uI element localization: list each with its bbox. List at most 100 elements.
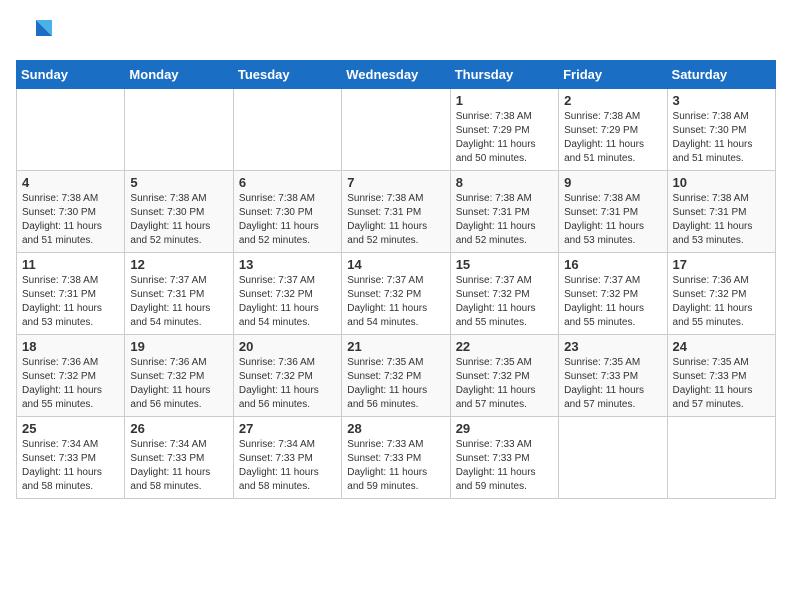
day-info: Sunrise: 7:38 AM Sunset: 7:30 PM Dayligh… <box>673 110 770 166</box>
day-number: 28 <box>347 421 444 436</box>
weekday-header-wednesday: Wednesday <box>342 61 450 89</box>
day-info: Sunrise: 7:35 AM Sunset: 7:32 PM Dayligh… <box>456 356 553 412</box>
day-info: Sunrise: 7:34 AM Sunset: 7:33 PM Dayligh… <box>239 438 336 494</box>
calendar-cell: 3 Sunrise: 7:38 AM Sunset: 7:30 PM Daylig… <box>667 89 775 171</box>
day-number: 9 <box>564 175 661 190</box>
day-info: Sunrise: 7:34 AM Sunset: 7:33 PM Dayligh… <box>130 438 227 494</box>
day-number: 21 <box>347 339 444 354</box>
day-info: Sunrise: 7:37 AM Sunset: 7:32 PM Dayligh… <box>239 274 336 330</box>
day-number: 6 <box>239 175 336 190</box>
weekday-header-sunday: Sunday <box>17 61 125 89</box>
calendar-header-row: SundayMondayTuesdayWednesdayThursdayFrid… <box>17 61 776 89</box>
day-info: Sunrise: 7:35 AM Sunset: 7:33 PM Dayligh… <box>673 356 770 412</box>
day-number: 10 <box>673 175 770 190</box>
calendar-cell: 8 Sunrise: 7:38 AM Sunset: 7:31 PM Daylig… <box>450 171 558 253</box>
calendar-cell <box>559 417 667 499</box>
day-number: 16 <box>564 257 661 272</box>
day-number: 13 <box>239 257 336 272</box>
day-number: 26 <box>130 421 227 436</box>
calendar-cell: 23 Sunrise: 7:35 AM Sunset: 7:33 PM Dayli… <box>559 335 667 417</box>
page-header <box>16 16 776 52</box>
calendar-cell: 12 Sunrise: 7:37 AM Sunset: 7:31 PM Dayli… <box>125 253 233 335</box>
week-row-1: 1 Sunrise: 7:38 AM Sunset: 7:29 PM Daylig… <box>17 89 776 171</box>
calendar-cell: 9Sunrise: 7:38 AM Sunset: 7:31 PM Daylig… <box>559 171 667 253</box>
calendar-cell: 4 Sunrise: 7:38 AM Sunset: 7:30 PM Daylig… <box>17 171 125 253</box>
day-number: 23 <box>564 339 661 354</box>
calendar-cell: 20Sunrise: 7:36 AM Sunset: 7:32 PM Dayli… <box>233 335 341 417</box>
day-info: Sunrise: 7:35 AM Sunset: 7:32 PM Dayligh… <box>347 356 444 412</box>
day-info: Sunrise: 7:37 AM Sunset: 7:32 PM Dayligh… <box>347 274 444 330</box>
calendar-cell: 6 Sunrise: 7:38 AM Sunset: 7:30 PM Daylig… <box>233 171 341 253</box>
calendar-cell: 21 Sunrise: 7:35 AM Sunset: 7:32 PM Dayli… <box>342 335 450 417</box>
calendar-cell: 10 Sunrise: 7:38 AM Sunset: 7:31 PM Dayli… <box>667 171 775 253</box>
day-number: 8 <box>456 175 553 190</box>
weekday-header-thursday: Thursday <box>450 61 558 89</box>
day-number: 7 <box>347 175 444 190</box>
day-info: Sunrise: 7:38 AM Sunset: 7:31 PM Dayligh… <box>22 274 119 330</box>
calendar-cell: 15 Sunrise: 7:37 AM Sunset: 7:32 PM Dayli… <box>450 253 558 335</box>
day-number: 15 <box>456 257 553 272</box>
calendar-cell: 18 Sunrise: 7:36 AM Sunset: 7:32 PM Dayli… <box>17 335 125 417</box>
day-number: 5 <box>130 175 227 190</box>
day-info: Sunrise: 7:38 AM Sunset: 7:31 PM Dayligh… <box>347 192 444 248</box>
week-row-2: 4 Sunrise: 7:38 AM Sunset: 7:30 PM Daylig… <box>17 171 776 253</box>
calendar-cell: 29Sunrise: 7:33 AM Sunset: 7:33 PM Dayli… <box>450 417 558 499</box>
logo <box>16 16 56 52</box>
calendar-cell: 27 Sunrise: 7:34 AM Sunset: 7:33 PM Dayli… <box>233 417 341 499</box>
day-number: 3 <box>673 93 770 108</box>
calendar-cell <box>342 89 450 171</box>
weekday-header-saturday: Saturday <box>667 61 775 89</box>
day-info: Sunrise: 7:33 AM Sunset: 7:33 PM Dayligh… <box>456 438 553 494</box>
day-number: 14 <box>347 257 444 272</box>
day-info: Sunrise: 7:36 AM Sunset: 7:32 PM Dayligh… <box>239 356 336 412</box>
week-row-3: 11 Sunrise: 7:38 AM Sunset: 7:31 PM Dayli… <box>17 253 776 335</box>
calendar-table: SundayMondayTuesdayWednesdayThursdayFrid… <box>16 60 776 499</box>
day-info: Sunrise: 7:38 AM Sunset: 7:30 PM Dayligh… <box>239 192 336 248</box>
calendar-cell: 2 Sunrise: 7:38 AM Sunset: 7:29 PM Daylig… <box>559 89 667 171</box>
calendar-cell: 7 Sunrise: 7:38 AM Sunset: 7:31 PM Daylig… <box>342 171 450 253</box>
weekday-header-monday: Monday <box>125 61 233 89</box>
day-number: 22 <box>456 339 553 354</box>
day-number: 11 <box>22 257 119 272</box>
day-info: Sunrise: 7:36 AM Sunset: 7:32 PM Dayligh… <box>130 356 227 412</box>
day-number: 4 <box>22 175 119 190</box>
calendar-cell: 28 Sunrise: 7:33 AM Sunset: 7:33 PM Dayli… <box>342 417 450 499</box>
day-info: Sunrise: 7:37 AM Sunset: 7:32 PM Dayligh… <box>564 274 661 330</box>
day-info: Sunrise: 7:36 AM Sunset: 7:32 PM Dayligh… <box>673 274 770 330</box>
day-info: Sunrise: 7:33 AM Sunset: 7:33 PM Dayligh… <box>347 438 444 494</box>
calendar-cell: 22 Sunrise: 7:35 AM Sunset: 7:32 PM Dayli… <box>450 335 558 417</box>
day-number: 27 <box>239 421 336 436</box>
week-row-5: 25 Sunrise: 7:34 AM Sunset: 7:33 PM Dayli… <box>17 417 776 499</box>
day-info: Sunrise: 7:38 AM Sunset: 7:30 PM Dayligh… <box>22 192 119 248</box>
day-number: 2 <box>564 93 661 108</box>
calendar-cell: 11 Sunrise: 7:38 AM Sunset: 7:31 PM Dayli… <box>17 253 125 335</box>
day-info: Sunrise: 7:38 AM Sunset: 7:29 PM Dayligh… <box>564 110 661 166</box>
day-info: Sunrise: 7:38 AM Sunset: 7:29 PM Dayligh… <box>456 110 553 166</box>
calendar-cell: 26 Sunrise: 7:34 AM Sunset: 7:33 PM Dayli… <box>125 417 233 499</box>
day-number: 19 <box>130 339 227 354</box>
day-number: 17 <box>673 257 770 272</box>
day-number: 25 <box>22 421 119 436</box>
day-info: Sunrise: 7:36 AM Sunset: 7:32 PM Dayligh… <box>22 356 119 412</box>
day-number: 1 <box>456 93 553 108</box>
day-info: Sunrise: 7:38 AM Sunset: 7:31 PM Dayligh… <box>673 192 770 248</box>
day-info: Sunrise: 7:37 AM Sunset: 7:31 PM Dayligh… <box>130 274 227 330</box>
calendar-cell: 19 Sunrise: 7:36 AM Sunset: 7:32 PM Dayli… <box>125 335 233 417</box>
calendar-cell: 25 Sunrise: 7:34 AM Sunset: 7:33 PM Dayli… <box>17 417 125 499</box>
day-number: 24 <box>673 339 770 354</box>
day-info: Sunrise: 7:38 AM Sunset: 7:30 PM Dayligh… <box>130 192 227 248</box>
calendar-cell <box>17 89 125 171</box>
day-info: Sunrise: 7:37 AM Sunset: 7:32 PM Dayligh… <box>456 274 553 330</box>
weekday-header-friday: Friday <box>559 61 667 89</box>
calendar-cell: 16 Sunrise: 7:37 AM Sunset: 7:32 PM Dayli… <box>559 253 667 335</box>
calendar-cell <box>125 89 233 171</box>
day-number: 18 <box>22 339 119 354</box>
weekday-header-tuesday: Tuesday <box>233 61 341 89</box>
week-row-4: 18 Sunrise: 7:36 AM Sunset: 7:32 PM Dayli… <box>17 335 776 417</box>
calendar-cell: 1 Sunrise: 7:38 AM Sunset: 7:29 PM Daylig… <box>450 89 558 171</box>
day-info: Sunrise: 7:34 AM Sunset: 7:33 PM Dayligh… <box>22 438 119 494</box>
day-info: Sunrise: 7:35 AM Sunset: 7:33 PM Dayligh… <box>564 356 661 412</box>
day-number: 12 <box>130 257 227 272</box>
day-info: Sunrise: 7:38 AM Sunset: 7:31 PM Dayligh… <box>456 192 553 248</box>
calendar-cell: 14 Sunrise: 7:37 AM Sunset: 7:32 PM Dayli… <box>342 253 450 335</box>
